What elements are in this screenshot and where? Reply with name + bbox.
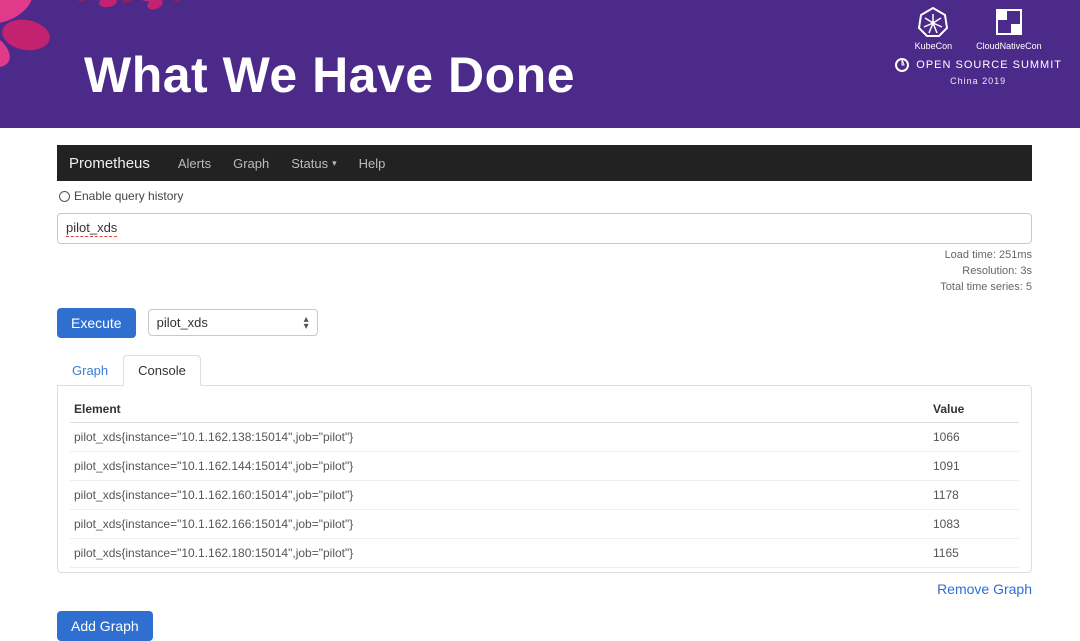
cell-value: 1066 bbox=[929, 422, 1019, 451]
cell-value: 1091 bbox=[929, 451, 1019, 480]
remove-graph-row: Remove Graph bbox=[57, 581, 1032, 597]
table-row: pilot_xds{instance="10.1.162.180:15014",… bbox=[70, 538, 1019, 567]
col-element: Element bbox=[70, 396, 929, 423]
china-label: China 2019 bbox=[950, 76, 1006, 86]
select-value: pilot_xds bbox=[157, 315, 208, 330]
nav-alerts[interactable]: Alerts bbox=[178, 156, 211, 171]
table-row: pilot_xds{instance="10.1.162.138:15014",… bbox=[70, 422, 1019, 451]
cnc-icon bbox=[993, 6, 1025, 38]
nav-help[interactable]: Help bbox=[359, 156, 386, 171]
slide-header: What We Have Done KubeCon bbox=[0, 0, 1080, 128]
table-row: pilot_xds{instance="10.1.162.144:15014",… bbox=[70, 451, 1019, 480]
results-table: Element Value pilot_xds{instance="10.1.1… bbox=[70, 396, 1019, 568]
cell-value: 1165 bbox=[929, 538, 1019, 567]
remove-graph-link[interactable]: Remove Graph bbox=[937, 581, 1032, 597]
tab-console[interactable]: Console bbox=[123, 355, 201, 386]
oss-label: OPEN SOURCE SUMMIT bbox=[916, 59, 1062, 71]
console-pane: Element Value pilot_xds{instance="10.1.1… bbox=[57, 385, 1032, 573]
nav-graph[interactable]: Graph bbox=[233, 156, 269, 171]
kubernetes-icon bbox=[917, 6, 949, 38]
cell-element: pilot_xds{instance="10.1.162.138:15014",… bbox=[70, 422, 929, 451]
brand[interactable]: Prometheus bbox=[69, 155, 150, 172]
select-stepper-icon: ▴▾ bbox=[304, 316, 309, 330]
nav-status-label: Status bbox=[291, 156, 328, 171]
oss-icon bbox=[894, 57, 910, 73]
cell-value: 1083 bbox=[929, 509, 1019, 538]
kubecon-logo: KubeCon bbox=[915, 6, 953, 51]
stat-load: Load time: 251ms bbox=[57, 248, 1032, 264]
cell-element: pilot_xds{instance="10.1.162.160:15014",… bbox=[70, 480, 929, 509]
prometheus-panel: Prometheus Alerts Graph Status ▾ Help En… bbox=[57, 145, 1032, 641]
table-row: pilot_xds{instance="10.1.162.166:15014",… bbox=[70, 509, 1019, 538]
metric-select[interactable]: pilot_xds ▴▾ bbox=[148, 309, 318, 336]
conference-logos: KubeCon CloudNativeCon OPEN SOURCE SUMMI… bbox=[894, 6, 1062, 86]
table-row: pilot_xds{instance="10.1.162.160:15014",… bbox=[70, 480, 1019, 509]
query-stats: Load time: 251ms Resolution: 3s Total ti… bbox=[57, 248, 1032, 296]
tab-graph[interactable]: Graph bbox=[57, 355, 123, 386]
enable-history-label: Enable query history bbox=[74, 189, 183, 203]
cell-value: 1178 bbox=[929, 480, 1019, 509]
enable-history-toggle[interactable]: Enable query history bbox=[57, 181, 1032, 213]
stat-series: Total time series: 5 bbox=[57, 280, 1032, 296]
execute-button[interactable]: Execute bbox=[57, 308, 136, 338]
query-input[interactable]: pilot_xds bbox=[57, 213, 1032, 244]
cell-element: pilot_xds{instance="10.1.162.144:15014",… bbox=[70, 451, 929, 480]
radio-icon bbox=[59, 191, 70, 202]
slide-title: What We Have Done bbox=[84, 46, 575, 104]
kubecon-label: KubeCon bbox=[915, 41, 953, 51]
oss-logo: OPEN SOURCE SUMMIT bbox=[894, 57, 1062, 73]
cloudnativecon-logo: CloudNativeCon bbox=[976, 6, 1042, 51]
result-tabs: Graph Console bbox=[57, 354, 1032, 385]
cnc-label: CloudNativeCon bbox=[976, 41, 1042, 51]
prometheus-navbar: Prometheus Alerts Graph Status ▾ Help bbox=[57, 145, 1032, 181]
col-value: Value bbox=[929, 396, 1019, 423]
query-text: pilot_xds bbox=[66, 220, 117, 237]
stat-resolution: Resolution: 3s bbox=[57, 264, 1032, 280]
cell-element: pilot_xds{instance="10.1.162.180:15014",… bbox=[70, 538, 929, 567]
add-graph-button[interactable]: Add Graph bbox=[57, 611, 153, 641]
nav-status[interactable]: Status ▾ bbox=[291, 156, 336, 171]
cell-element: pilot_xds{instance="10.1.162.166:15014",… bbox=[70, 509, 929, 538]
caret-down-icon: ▾ bbox=[332, 158, 337, 169]
